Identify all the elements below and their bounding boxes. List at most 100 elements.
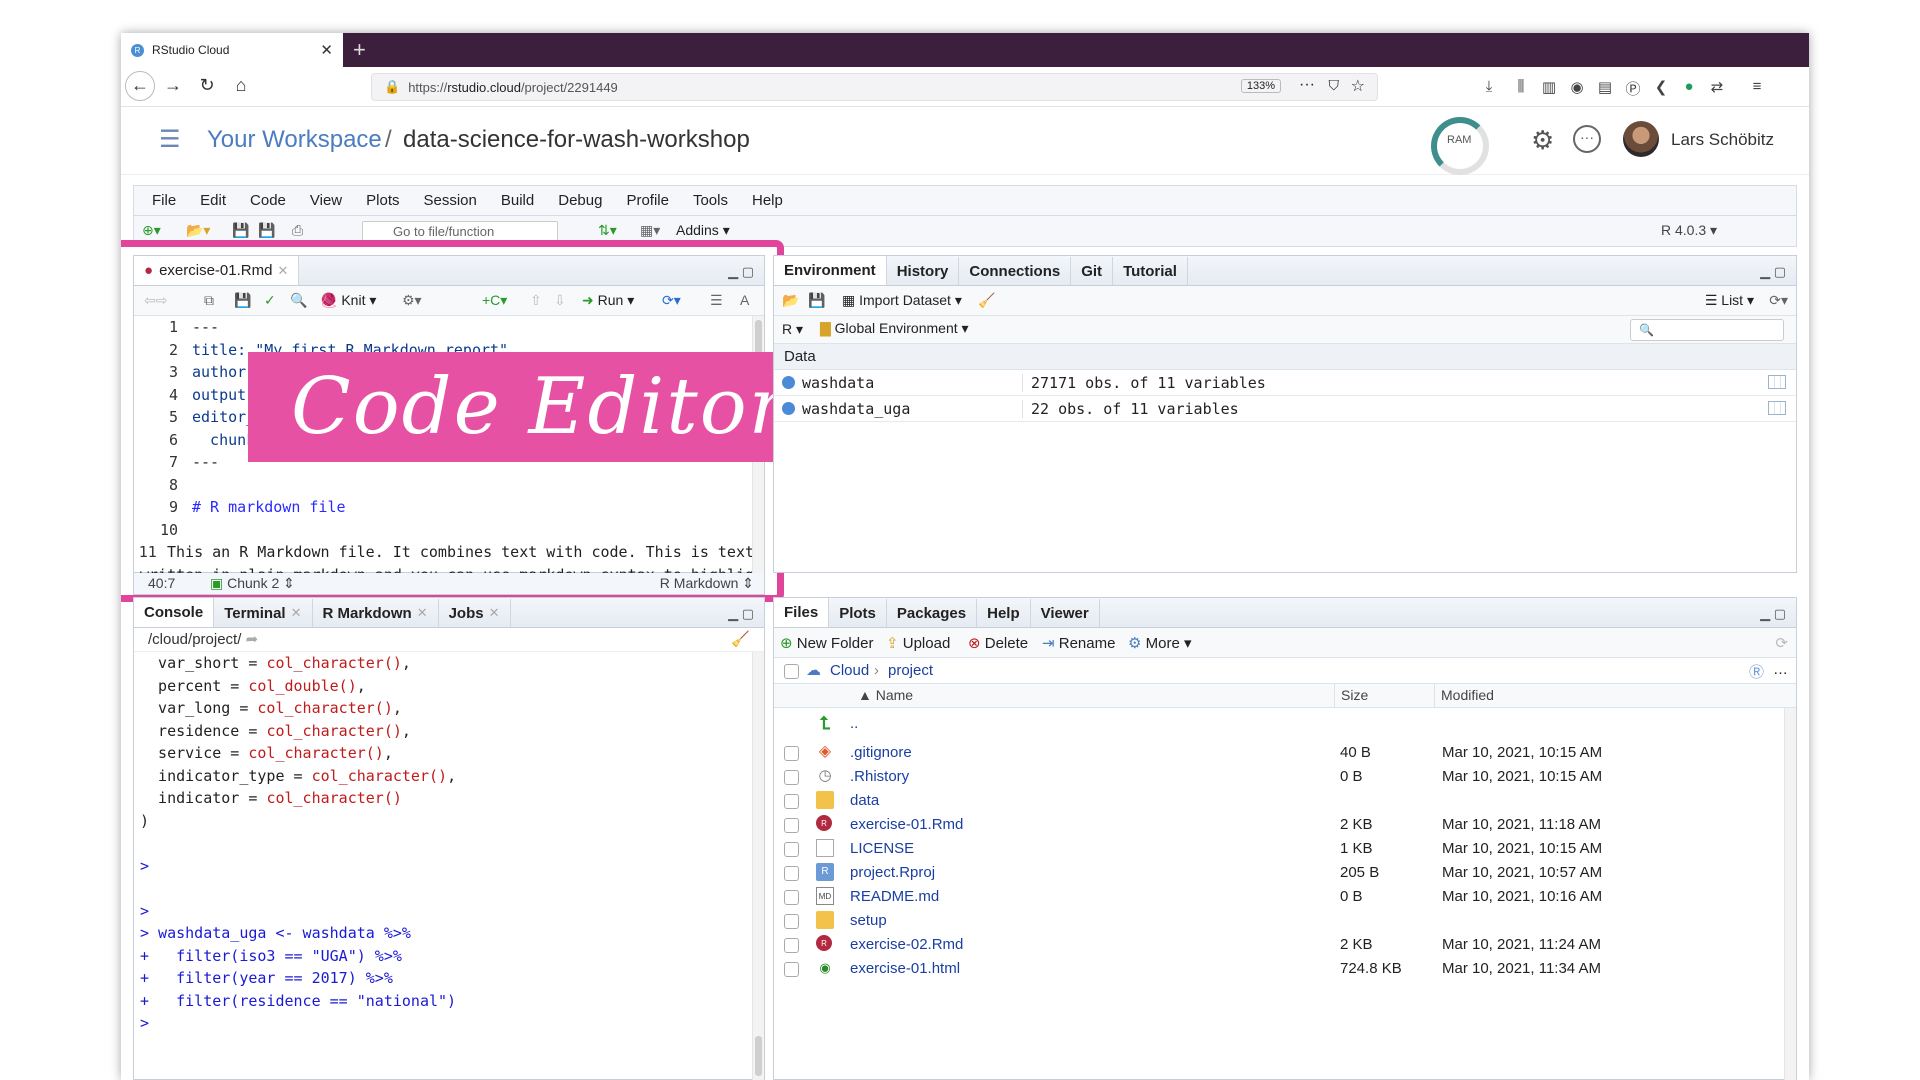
file-checkbox[interactable] (784, 770, 799, 785)
column-size[interactable]: Size (1334, 684, 1368, 708)
go-to-directory-icon[interactable]: … (1773, 661, 1788, 678)
next-chunk-icon[interactable]: ⇩ (554, 292, 566, 309)
menu-code[interactable]: Code (250, 192, 286, 209)
file-checkbox[interactable] (784, 746, 799, 761)
bookmark-star-icon[interactable]: ☆ (1351, 76, 1365, 96)
show-in-window-icon[interactable]: ⧉ (204, 292, 214, 309)
view-table-icon[interactable] (1768, 375, 1786, 389)
rename-button[interactable]: ⇥ Rename (1042, 634, 1115, 652)
menu-edit[interactable]: Edit (200, 192, 226, 209)
go-to-file-input[interactable]: Go to file/function (362, 221, 558, 243)
file-checkbox[interactable] (784, 866, 799, 881)
back-icon[interactable]: ← (125, 71, 155, 101)
open-project-icon[interactable]: 📂▾ (186, 222, 210, 239)
file-name[interactable]: setup (850, 912, 887, 929)
clear-console-icon[interactable]: 🧹 (731, 628, 750, 652)
home-icon[interactable]: ⌂ (229, 75, 253, 96)
file-name[interactable]: LICENSE (850, 840, 914, 857)
menu-debug[interactable]: Debug (558, 192, 602, 209)
project-root-icon[interactable]: Ⓡ (1749, 661, 1764, 682)
tab-jobs[interactable]: Jobs ✕ (439, 599, 511, 627)
chunk-selector[interactable]: ▣ Chunk 2 ⇕ (210, 575, 295, 592)
file-row-up[interactable]: ⮤ .. (774, 710, 1796, 739)
file-name[interactable]: exercise-01.Rmd (850, 816, 963, 833)
file-checkbox[interactable] (784, 938, 799, 953)
file-name[interactable]: .gitignore (850, 744, 912, 761)
download-icon[interactable]: ⤓ (1479, 78, 1499, 95)
browser-tab[interactable]: R RStudio Cloud ✕ (121, 33, 343, 67)
files-scrollbar[interactable] (1784, 708, 1796, 1080)
code-line[interactable]: 9 # R markdown file (134, 496, 754, 519)
column-modified[interactable]: Modified (1434, 684, 1494, 708)
pocket-icon[interactable]: ⛉ (1329, 77, 1340, 94)
scope-selector[interactable]: ▇ Global Environment ▾ (820, 320, 969, 337)
code-line[interactable]: 1 --- (134, 316, 754, 339)
save-all-icon[interactable]: 💾 (258, 222, 275, 239)
file-name[interactable]: .Rhistory (850, 768, 909, 785)
delete-button[interactable]: ⊗ Delete (968, 634, 1028, 652)
tab-console[interactable]: Console (134, 598, 215, 627)
gear-icon[interactable]: ⚙ (1531, 125, 1554, 156)
column-name[interactable]: ▲ Name (858, 687, 913, 703)
git-menu-icon[interactable]: ⇅▾ (598, 222, 617, 239)
file-checkbox[interactable] (784, 794, 799, 809)
file-name[interactable]: exercise-01.html (850, 960, 960, 977)
minimize-maximize-icon[interactable]: ▁ ▢ (1760, 606, 1786, 622)
save-icon[interactable]: 💾 (234, 292, 251, 309)
settings-gear-icon[interactable]: ⚙▾ (402, 292, 422, 309)
pane-layout-icon[interactable]: ▦▾ (640, 222, 660, 239)
insert-chunk-icon[interactable]: +C▾ (482, 292, 507, 309)
file-checkbox[interactable] (784, 842, 799, 857)
env-row[interactable]: washdata_uga 22 obs. of 11 variables (774, 396, 1796, 422)
url-bar[interactable]: 🔒 https://rstudio.cloud/project/2291449 … (371, 73, 1378, 101)
language-selector[interactable]: R ▾ (782, 321, 803, 338)
grammarly-icon[interactable]: ● (1679, 78, 1699, 95)
refresh-icon[interactable]: ⟳▾ (1769, 292, 1788, 309)
tab-r-markdown[interactable]: R Markdown ✕ (313, 599, 439, 627)
code-line[interactable]: 10 (134, 519, 754, 542)
close-tab-icon[interactable]: ✕ (489, 605, 500, 621)
load-workspace-icon[interactable]: 📂 (782, 292, 799, 309)
tab-packages[interactable]: Packages (887, 599, 978, 627)
file-checkbox[interactable] (784, 962, 799, 977)
close-tab-icon[interactable]: ✕ (277, 263, 288, 279)
tab-files[interactable]: Files (774, 598, 830, 627)
select-all-checkbox[interactable] (784, 664, 799, 679)
menu-session[interactable]: Session (424, 192, 477, 209)
extension-doc-icon[interactable]: ▤ (1595, 78, 1615, 96)
breadcrumb-project[interactable]: project (888, 662, 933, 679)
tab-git[interactable]: Git (1071, 257, 1114, 285)
clear-broom-icon[interactable]: 🧹 (978, 292, 995, 309)
tab-exercise-01[interactable]: ● exercise-01.Rmd ✕ (134, 256, 300, 285)
expand-icon[interactable] (782, 402, 795, 415)
sidebar-icon[interactable]: ▥ (1539, 78, 1559, 96)
file-checkbox[interactable] (784, 890, 799, 905)
file-name[interactable]: exercise-02.Rmd (850, 936, 963, 953)
menu-tools[interactable]: Tools (693, 192, 728, 209)
r-version-menu[interactable]: R 4.0.3 ▾ (1661, 222, 1717, 239)
minimize-maximize-icon[interactable]: ▁ ▢ (728, 264, 754, 280)
view-table-icon[interactable] (1768, 401, 1786, 415)
menu-plots[interactable]: Plots (366, 192, 399, 209)
tab-terminal[interactable]: Terminal ✕ (214, 599, 313, 627)
tab-environment[interactable]: Environment (774, 256, 887, 285)
spellcheck-icon[interactable]: ✓ (264, 292, 276, 309)
file-name[interactable]: README.md (850, 888, 939, 905)
close-tab-icon[interactable]: ✕ (417, 605, 428, 621)
minimize-maximize-icon[interactable]: ▁ ▢ (1760, 264, 1786, 280)
environment-search-input[interactable]: 🔍 (1630, 319, 1784, 341)
code-line[interactable]: 8 (134, 474, 754, 497)
reload-icon[interactable]: ↻ (195, 75, 219, 96)
hamburger-menu-icon[interactable]: ☰ (159, 125, 181, 154)
minimize-maximize-icon[interactable]: ▁ ▢ (728, 606, 754, 622)
zoom-level[interactable]: 133% (1240, 79, 1281, 93)
print-icon[interactable]: ⎙ (292, 222, 303, 239)
menu-file[interactable]: File (152, 192, 176, 209)
extension-c-icon[interactable]: ❮ (1651, 78, 1671, 96)
new-file-icon[interactable]: ⊕▾ (142, 222, 161, 239)
new-folder-button[interactable]: ⊕ New Folder (780, 634, 873, 652)
avatar[interactable] (1623, 121, 1659, 157)
new-tab-icon[interactable]: + (353, 37, 366, 63)
file-name[interactable]: project.Rproj (850, 864, 935, 881)
tab-help[interactable]: Help (977, 599, 1031, 627)
